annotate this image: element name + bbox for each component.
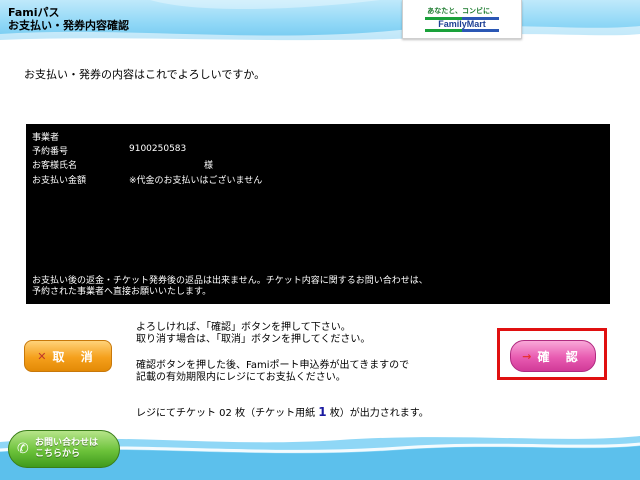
details-panel: 事業者 予約番号 9100250583 お客様氏名 様 お支払い金額 ※代金のお… (26, 124, 610, 304)
customer-label: お客様氏名 (32, 161, 78, 171)
logo-stripe-bottom (425, 29, 499, 32)
cancel-button[interactable]: ✕ 取 消 (24, 340, 112, 372)
contact-line-2: こちらから (35, 449, 81, 459)
confirmation-prompt: お支払い・発券の内容はこれでよろしいですか。 (24, 68, 266, 81)
customer-row: お客様氏名 様 (32, 158, 213, 171)
payment-row: お支払い金額 ※代金のお支払いはございません (32, 173, 262, 186)
title-service: Famiパス (8, 6, 60, 19)
confirm-button-label: 確 認 (537, 349, 584, 364)
familymart-logo: あなたと、コンビに、 FamilyMart (402, 0, 522, 39)
instruction-line-3: 確認ボタンを押した後、Famiポート申込券が出てきますので (136, 360, 410, 371)
refund-notice: お支払い後の返金・チケット発券後の返品は出来ません。チケット内容に関するお問い合… (32, 276, 592, 298)
cancel-button-label: 取 消 (52, 349, 99, 364)
arrow-right-icon: → (522, 349, 532, 363)
page-title: Famiパス お支払い・発券内容確認 (8, 6, 129, 32)
confirm-button[interactable]: → 確 認 (510, 340, 596, 372)
contact-button-label: お問い合わせは こちらから (35, 438, 98, 460)
output-prefix: レジにてチケット 02 枚（チケット用紙 (136, 408, 319, 419)
instruction-line-2: 取り消す場合は、「取消」ボタンを押してください。 (136, 334, 371, 345)
operator-label: 事業者 (32, 133, 60, 143)
logo-brand: FamilyMart (438, 19, 486, 29)
refund-notice-line1: お支払い後の返金・チケット発券後の返品は出来ません。チケット内容に関するお問い合… (32, 276, 428, 286)
reservation-row: 予約番号 9100250583 (32, 144, 186, 157)
instruction-line-1: よろしければ、「確認」ボタンを押して下さい。 (136, 322, 351, 333)
instruction-line-4: 記載の有効期限内にレジにてお支払ください。 (136, 372, 346, 383)
reservation-number: 9100250583 (129, 144, 187, 154)
reservation-label: 予約番号 (32, 147, 69, 157)
phone-icon: ✆ (17, 441, 29, 457)
title-screen: お支払い・発券内容確認 (8, 19, 129, 32)
output-suffix: 枚）が出力されます。 (326, 408, 429, 419)
ticket-output-notice: レジにてチケット 02 枚（チケット用紙 1 枚）が出力されます。 (136, 404, 429, 419)
logo-tagline: あなたと、コンビに、 (427, 7, 497, 15)
cancel-x-icon: ✕ (37, 349, 47, 363)
payment-value: ※代金のお支払いはございません (129, 176, 263, 186)
header-bar: Famiパス お支払い・発券内容確認 あなたと、コンビに、 FamilyMart (0, 0, 640, 44)
paper-count: 1 (318, 405, 327, 419)
payment-label: お支払い金額 (32, 176, 87, 186)
contact-line-1: お問い合わせは (35, 438, 99, 448)
contact-button[interactable]: ✆ お問い合わせは こちらから (8, 430, 120, 468)
refund-notice-line2: 予約された事業者へ直接お願いいたします。 (32, 287, 212, 297)
operator-row: 事業者 (32, 130, 59, 143)
customer-honorific: 様 (204, 161, 214, 171)
